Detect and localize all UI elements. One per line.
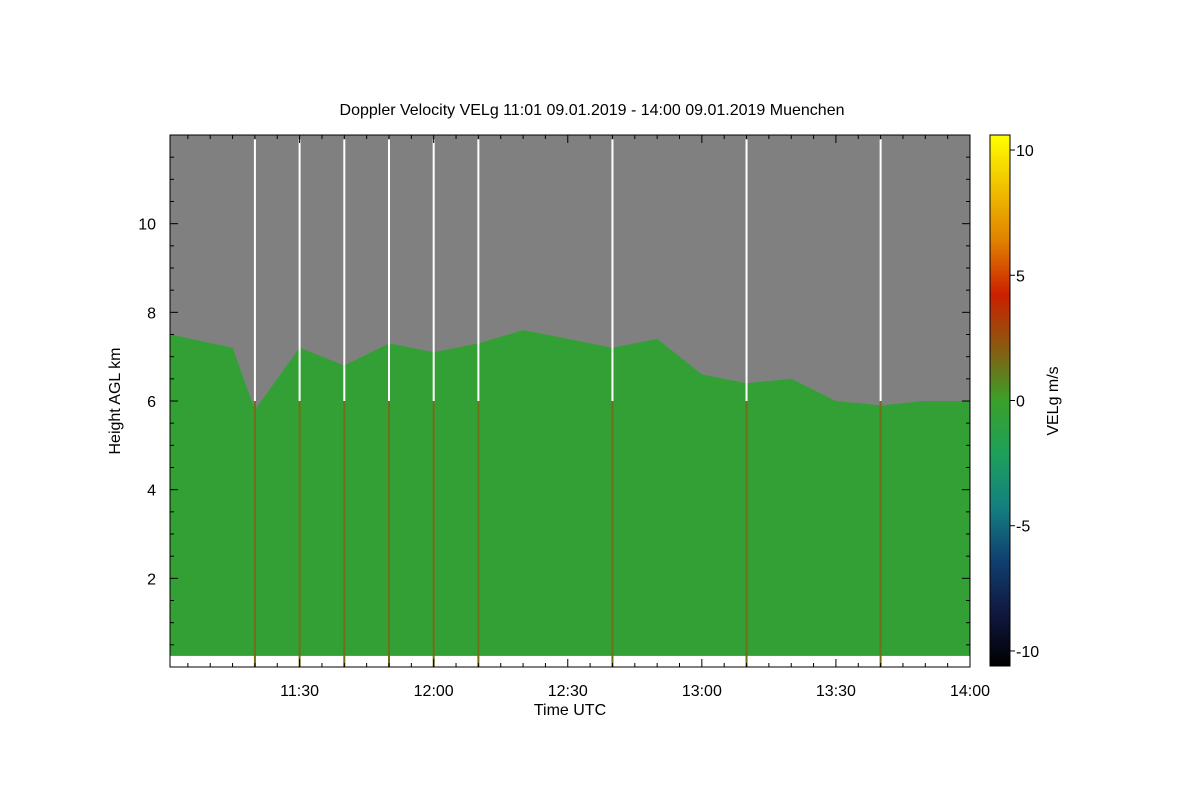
colorbar-tick-label: 0 (1016, 394, 1025, 411)
chart-figure: Doppler Velocity VELg 11:01 09.01.2019 -… (107, 102, 1062, 719)
colorbar-tick-label: 5 (1016, 268, 1025, 285)
x-axis-label: Time UTC (534, 702, 606, 719)
x-tick-label: 11:30 (280, 683, 319, 700)
y-axis-label: Height AGL km (107, 347, 124, 454)
chart-title: Doppler Velocity VELg 11:01 09.01.2019 -… (340, 102, 845, 119)
x-tick-label: 14:00 (950, 683, 990, 700)
x-tick-label: 12:30 (548, 683, 588, 700)
y-tick-label: 4 (147, 483, 156, 500)
colorbar-tick-label: -10 (1016, 644, 1039, 661)
y-tick-label: 10 (138, 217, 156, 234)
y-tick-label: 2 (147, 571, 156, 588)
x-tick-label: 12:00 (414, 683, 454, 700)
x-tick-label: 13:30 (816, 683, 856, 700)
colorbar: 10 5 0 -5 -10 VELg m/s (989, 134, 1062, 667)
y-tick-label: 6 (147, 394, 156, 411)
colorbar-label: VELg m/s (1045, 366, 1062, 435)
x-tick-label: 13:00 (682, 683, 722, 700)
colorbar-scale (989, 134, 1011, 667)
colorbar-tick-label: 10 (1016, 143, 1034, 160)
no-gate-band (170, 655, 970, 667)
y-tick-label: 8 (147, 305, 156, 322)
colorbar-tick-label: -5 (1016, 519, 1030, 536)
plot-area: 11:30 12:00 12:30 13:00 13:30 14:00 2 4 6 8 10 (138, 134, 990, 700)
